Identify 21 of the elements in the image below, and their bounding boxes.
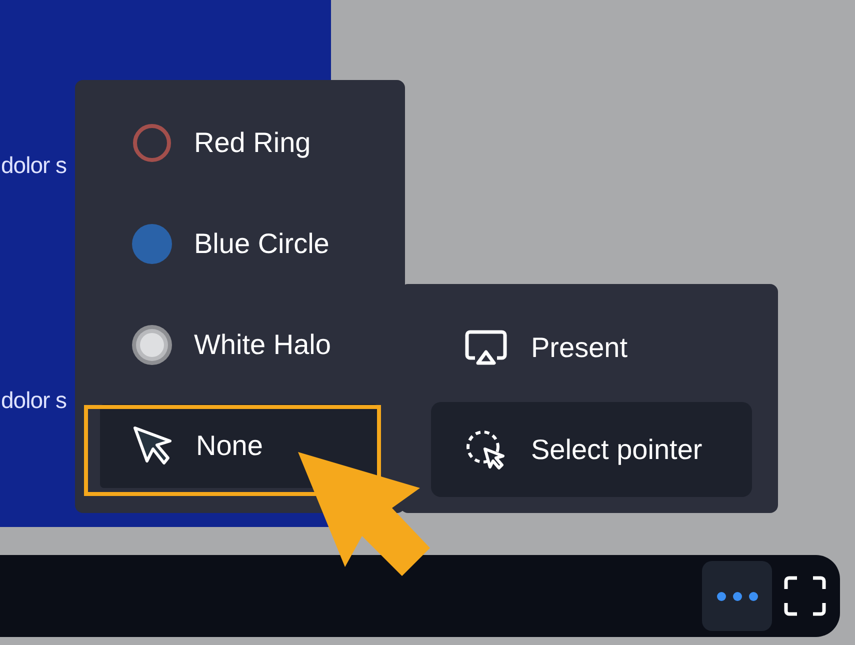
menu-item-label: None [196,429,263,463]
menu-item[interactable]: Blue Circle [100,202,378,286]
screen-cast-icon [465,330,507,366]
circle-icon [132,224,172,264]
ring-icon [132,123,172,163]
slide-text: dolor s [1,151,67,180]
menu-item[interactable]: Present [431,300,752,395]
menu-item-label: Red Ring [194,126,311,160]
more-button[interactable] [702,561,772,631]
menu-item-label: Present [531,330,628,364]
dashed-pointer-icon [465,428,507,470]
cursor-icon [132,425,174,467]
menu-item-label: Select pointer [531,432,702,467]
menu-item[interactable]: Red Ring [100,101,378,185]
fullscreen-icon[interactable] [784,576,826,616]
menu-item[interactable]: Select pointer [431,402,752,497]
slide-text: dolor s [1,386,67,415]
halo-icon [132,325,172,365]
menu-item-label: White Halo [194,328,331,362]
menu-item-label: Blue Circle [194,227,330,261]
menu-item[interactable]: White Halo [100,303,378,387]
